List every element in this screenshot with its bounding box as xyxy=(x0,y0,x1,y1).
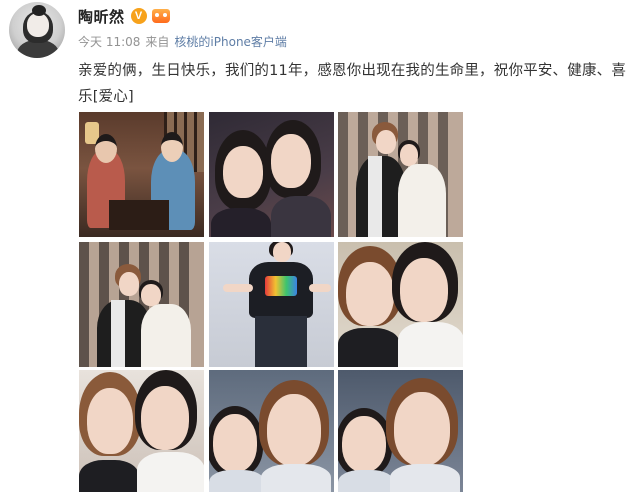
weibo-post: 陶昕然 V 今天 11:08 来自 核桃的iPhone客户端 亲爱的俩，生日快乐… xyxy=(0,0,640,492)
avatar-bun xyxy=(32,5,46,16)
avatar[interactable] xyxy=(9,2,65,58)
username[interactable]: 陶昕然 xyxy=(78,6,125,27)
post-time[interactable]: 今天 11:08 xyxy=(78,33,140,50)
source-prefix: 来自 xyxy=(145,35,170,49)
post-text: 亲爱的俩，生日快乐，我们的11年，感恩你出现在我的生命里，祝你平安、健康、喜乐[… xyxy=(78,63,627,105)
photo-closeup-car-1[interactable] xyxy=(209,370,334,492)
avatar-face xyxy=(27,13,49,37)
verified-v-icon: V xyxy=(130,8,147,24)
photo-closeup-1[interactable] xyxy=(338,242,463,367)
photo-closeup-car-2[interactable] xyxy=(338,370,463,492)
post-meta: 今天 11:08 来自 核桃的iPhone客户端 xyxy=(78,33,287,50)
photo-hug-curtain-1[interactable] xyxy=(338,112,463,237)
post-source[interactable]: 核桃的iPhone客户端 xyxy=(174,33,287,50)
name-row: 陶昕然 V xyxy=(78,5,171,27)
photo-period-drama[interactable] xyxy=(79,112,204,237)
photo-hug-curtain-2[interactable] xyxy=(79,242,204,367)
photo-closeup-2[interactable] xyxy=(79,370,204,492)
photo-tshirt-pose[interactable] xyxy=(209,242,334,367)
vip-crown-icon xyxy=(151,8,171,24)
photo-grid xyxy=(79,112,463,492)
photo-selfie-dark[interactable] xyxy=(209,112,334,237)
